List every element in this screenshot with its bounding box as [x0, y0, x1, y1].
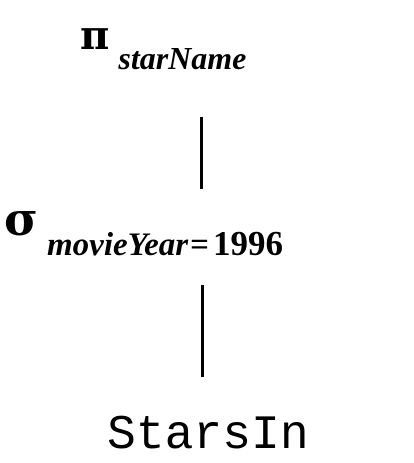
projection-attribute: starName — [118, 40, 247, 76]
selection-node: σ movieYear= 1996 — [4, 196, 283, 262]
selection-operator: σ — [4, 192, 38, 246]
selection-attribute: movieYear — [47, 227, 189, 263]
edge-projection-selection — [200, 117, 203, 189]
expression-tree: π starName σ movieYear= 1996 StarsIn — [0, 0, 414, 462]
relation-name: StarsIn — [107, 409, 309, 463]
selection-value: 1996 — [212, 224, 283, 263]
projection-node: π starName — [80, 16, 246, 75]
edge-selection-relation — [201, 285, 204, 377]
selection-comparator: = — [190, 227, 209, 263]
projection-operator: π — [80, 12, 110, 59]
relation-node: StarsIn — [107, 412, 309, 460]
